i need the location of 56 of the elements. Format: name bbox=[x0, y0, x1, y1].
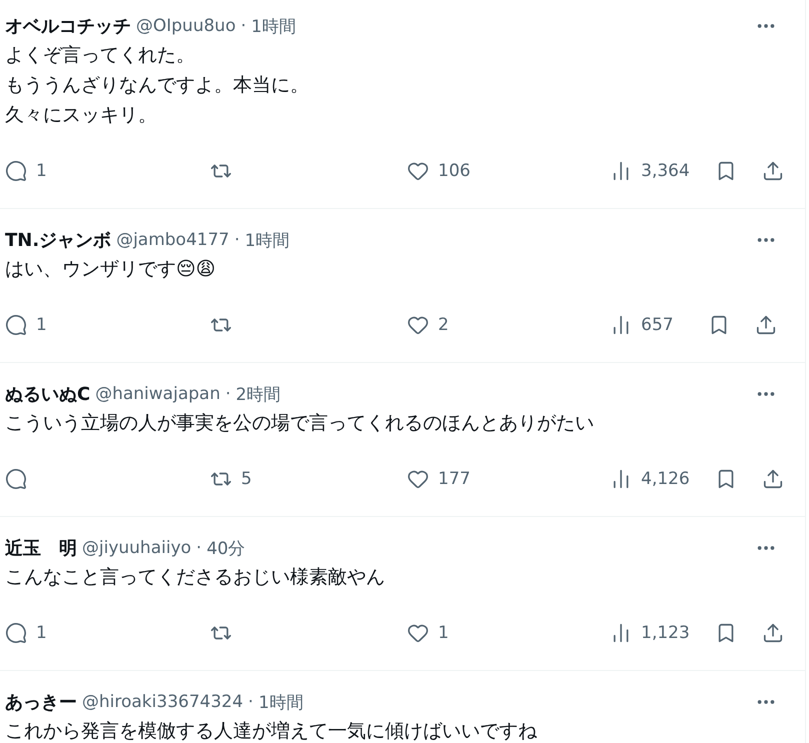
heart-icon bbox=[407, 622, 429, 644]
speech-bubble-icon bbox=[5, 468, 27, 490]
speech-bubble-icon bbox=[5, 160, 27, 182]
like-button[interactable]: 2 bbox=[407, 314, 449, 336]
repost-button[interactable]: 5 bbox=[210, 468, 252, 490]
reply-text: 久々にスッキリ。 bbox=[5, 103, 157, 128]
user-handle: @hiroaki33674324 bbox=[82, 692, 244, 712]
user-handle: @OIpuu8uo bbox=[136, 16, 236, 36]
speech-bubble-icon bbox=[5, 622, 27, 644]
heart-icon bbox=[407, 160, 429, 182]
separator-dot: · bbox=[225, 384, 231, 404]
views-button[interactable]: 4,126 bbox=[610, 468, 690, 490]
reply-button[interactable]: 1 bbox=[5, 314, 47, 336]
share-icon bbox=[762, 622, 784, 644]
reply-text: こんなこと言ってくださるおじい様素敵やん bbox=[5, 565, 385, 590]
reply-text: はい、ウンザリです😔😩 bbox=[5, 257, 216, 282]
display-name[interactable]: オベルコチッチ bbox=[5, 14, 131, 38]
heart-icon bbox=[407, 468, 429, 490]
reply-button[interactable]: 1 bbox=[5, 160, 47, 182]
separator-dot: · bbox=[196, 538, 202, 558]
display-name[interactable]: TN.ジャンボ bbox=[5, 228, 112, 252]
views-button[interactable]: 3,364 bbox=[610, 160, 690, 182]
separator-dot: · bbox=[248, 692, 254, 712]
post-time[interactable]: 1時間 bbox=[258, 690, 304, 714]
display-name[interactable]: 近玉 明 bbox=[5, 536, 77, 560]
views-button[interactable]: 1,123 bbox=[610, 622, 690, 644]
display-name[interactable]: あっきー bbox=[5, 690, 77, 714]
reply-button[interactable] bbox=[5, 468, 27, 490]
share-icon bbox=[762, 160, 784, 182]
share-button[interactable] bbox=[762, 160, 784, 182]
share-button[interactable] bbox=[762, 468, 784, 490]
like-button[interactable]: 177 bbox=[407, 468, 470, 490]
reply-text: これから発言を模倣する人達が増えて一気に傾けばいいですね bbox=[5, 719, 537, 743]
post-time[interactable]: 1時間 bbox=[251, 14, 296, 38]
separator-dot: · bbox=[240, 16, 246, 36]
like-button[interactable]: 106 bbox=[407, 160, 470, 182]
post-time[interactable]: 40分 bbox=[206, 536, 246, 560]
share-icon bbox=[762, 468, 784, 490]
user-handle: @haniwajapan bbox=[95, 384, 220, 404]
separator-dot: · bbox=[234, 230, 240, 250]
share-button[interactable] bbox=[755, 314, 777, 336]
reply-button[interactable]: 1 bbox=[5, 622, 47, 644]
user-handle: @jiyuuhaiiyo bbox=[82, 538, 192, 558]
reply-text: もううんざりなんですよ。本当に。 bbox=[5, 73, 309, 98]
display-name[interactable]: ぬるいぬC bbox=[5, 382, 90, 406]
reply-text: よくぞ言ってくれた。 bbox=[5, 43, 195, 68]
speech-bubble-icon bbox=[5, 314, 27, 336]
like-button[interactable]: 1 bbox=[407, 622, 449, 644]
post-time[interactable]: 1時間 bbox=[244, 228, 290, 252]
views-button[interactable]: 657 bbox=[610, 314, 674, 336]
heart-icon bbox=[407, 314, 429, 336]
reply-text: こういう立場の人が事実を公の場で言ってくれるのほんとありがたい bbox=[5, 411, 594, 436]
share-icon bbox=[755, 314, 777, 336]
post-time[interactable]: 2時間 bbox=[236, 382, 281, 406]
user-handle: @jambo4177 bbox=[116, 230, 230, 250]
share-button[interactable] bbox=[762, 622, 784, 644]
